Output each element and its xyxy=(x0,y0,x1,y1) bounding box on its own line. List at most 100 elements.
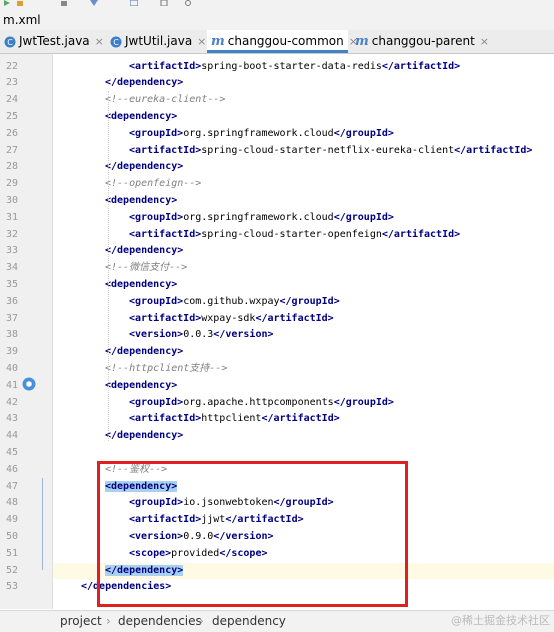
code-line[interactable]: <!--httpclient支持--> xyxy=(53,361,554,378)
code-line[interactable]: <artifactId>spring-cloud-starter-netflix… xyxy=(53,143,554,160)
xml-tag: <dependency> xyxy=(105,194,178,206)
breadcrumb-dependencies[interactable]: dependencies xyxy=(118,611,202,632)
structure-icon[interactable] xyxy=(130,0,138,6)
line-number: 50 xyxy=(5,530,18,542)
xml-tag: </artifactId> xyxy=(381,228,461,240)
line-number: 24 xyxy=(5,94,18,106)
xml-tag: </groupId> xyxy=(279,295,340,307)
settings-icon[interactable] xyxy=(160,0,168,6)
code-content: <artifactId>spring-cloud-starter-netflix… xyxy=(129,143,532,160)
close-icon[interactable]: × xyxy=(197,30,206,53)
file-title-bar: m.xml xyxy=(0,10,554,30)
xml-tag: <artifactId> xyxy=(129,413,202,425)
line-number: 41 xyxy=(5,379,18,391)
tab-changgou-common[interactable]: m changgou-common × xyxy=(207,30,358,53)
search-icon[interactable] xyxy=(185,0,193,6)
code-line[interactable]: <version>0.0.3</version> xyxy=(53,327,554,344)
code-line[interactable]: <groupId>org.apache.httpcomponents</grou… xyxy=(53,395,554,412)
xml-comment: <!--eureka-client--> xyxy=(105,94,226,106)
line-number: 52 xyxy=(5,564,18,576)
run-icon[interactable] xyxy=(3,0,11,6)
code-line[interactable]: </dependency> xyxy=(53,243,554,260)
file-title: m.xml xyxy=(3,13,41,27)
xml-tag: <artifactId> xyxy=(129,60,202,72)
code-line[interactable]: <dependency> xyxy=(53,378,554,395)
code-content: <artifactId>spring-boot-starter-data-red… xyxy=(129,59,460,76)
code-line[interactable]: </dependency> xyxy=(53,75,554,92)
code-line[interactable]: <artifactId>spring-cloud-starter-openfei… xyxy=(53,227,554,244)
code-line[interactable]: <dependency> xyxy=(53,277,554,294)
spring-bean-icon[interactable] xyxy=(22,377,36,391)
xml-text: wxpay-sdk xyxy=(201,312,256,324)
close-icon[interactable]: × xyxy=(95,30,104,53)
line-number: 33 xyxy=(5,245,18,257)
xml-tag: </dependency> xyxy=(105,77,184,89)
code-content: <artifactId>wxpay-sdk</artifactId> xyxy=(129,311,334,328)
xml-tag: </version> xyxy=(213,329,274,341)
code-content: <groupId>org.apache.httpcomponents</grou… xyxy=(129,395,394,412)
xml-tag: <artifactId> xyxy=(129,228,202,240)
line-number: 43 xyxy=(5,413,18,425)
fold-marker[interactable] xyxy=(42,478,43,570)
code-content: <groupId>org.springframework.cloud</grou… xyxy=(129,210,394,227)
line-number: 51 xyxy=(5,547,18,559)
code-content: <dependency> xyxy=(105,193,177,210)
code-content: <!--eureka-client--> xyxy=(105,92,225,109)
breadcrumb-dependency[interactable]: dependency xyxy=(212,611,286,632)
tab-label: JwtUtil.java xyxy=(125,34,193,48)
code-line[interactable]: <groupId>com.github.wxpay</groupId> xyxy=(53,294,554,311)
line-number: 48 xyxy=(5,497,18,509)
xml-text: spring-cloud-starter-netflix-eureka-clie… xyxy=(201,144,455,156)
xml-tag: <groupId> xyxy=(129,127,184,139)
xml-text: 0.0.3 xyxy=(183,329,214,341)
maven-icon: m xyxy=(211,34,225,49)
editor-tabs: C JwtTest.java × C JwtUtil.java × m changgou-… xyxy=(0,30,554,54)
close-icon[interactable]: × xyxy=(480,30,489,53)
code-line[interactable]: <!--eureka-client--> xyxy=(53,92,554,109)
line-number: 28 xyxy=(5,161,18,173)
build-icon[interactable] xyxy=(60,0,68,6)
line-number: 45 xyxy=(5,446,18,458)
xml-comment: <!--httpclient支持--> xyxy=(105,362,228,374)
code-content: <!--httpclient支持--> xyxy=(105,361,227,378)
code-line[interactable]: <groupId>org.springframework.cloud</grou… xyxy=(53,126,554,143)
code-line[interactable]: <groupId>org.springframework.cloud</grou… xyxy=(53,210,554,227)
tab-changgou-parent[interactable]: m changgou-parent × xyxy=(351,30,489,53)
xml-tag: </artifactId> xyxy=(381,60,461,72)
code-line[interactable]: </dependency> xyxy=(53,344,554,361)
code-content: <dependency> xyxy=(105,378,177,395)
line-number: 29 xyxy=(5,178,18,190)
xml-comment: <!--openfeign--> xyxy=(105,178,202,190)
svg-text:C: C xyxy=(7,38,13,47)
xml-tag: </artifactId> xyxy=(454,144,533,156)
code-line[interactable] xyxy=(53,445,554,462)
line-number: 37 xyxy=(5,312,18,324)
code-content: <dependency> xyxy=(105,277,177,294)
code-line[interactable]: <artifactId>httpclient</artifactId> xyxy=(53,411,554,428)
tab-jwttest[interactable]: C JwtTest.java × xyxy=(0,30,104,53)
tab-label: JwtTest.java xyxy=(19,34,90,48)
code-line[interactable]: <dependency> xyxy=(53,193,554,210)
code-content: <groupId>com.github.wxpay</groupId> xyxy=(129,294,340,311)
code-line[interactable]: <artifactId>spring-boot-starter-data-red… xyxy=(53,59,554,76)
xml-tag: </groupId> xyxy=(333,211,394,223)
line-number: 44 xyxy=(5,430,18,442)
xml-tag: </dependency> xyxy=(105,346,184,358)
xml-text: org.springframework.cloud xyxy=(183,127,334,139)
breadcrumb-project[interactable]: project xyxy=(60,611,102,632)
update-icon[interactable] xyxy=(90,0,98,6)
code-content: </dependency> xyxy=(105,159,183,176)
code-line[interactable]: <!--微信支付--> xyxy=(53,260,554,277)
java-class-icon: C xyxy=(110,36,122,47)
tab-jwtutil[interactable]: C JwtUtil.java × xyxy=(106,30,206,53)
line-number: 25 xyxy=(5,110,18,122)
xml-tag: <groupId> xyxy=(129,211,184,223)
debug-icon[interactable] xyxy=(16,0,24,6)
code-line[interactable]: <dependency> xyxy=(53,109,554,126)
code-line[interactable]: </dependency> xyxy=(53,428,554,445)
code-line[interactable]: <artifactId>wxpay-sdk</artifactId> xyxy=(53,311,554,328)
code-line[interactable]: </dependency> xyxy=(53,159,554,176)
xml-tag: <dependency> xyxy=(105,278,178,290)
code-line[interactable]: <!--openfeign--> xyxy=(53,176,554,193)
line-number: 53 xyxy=(5,581,18,593)
